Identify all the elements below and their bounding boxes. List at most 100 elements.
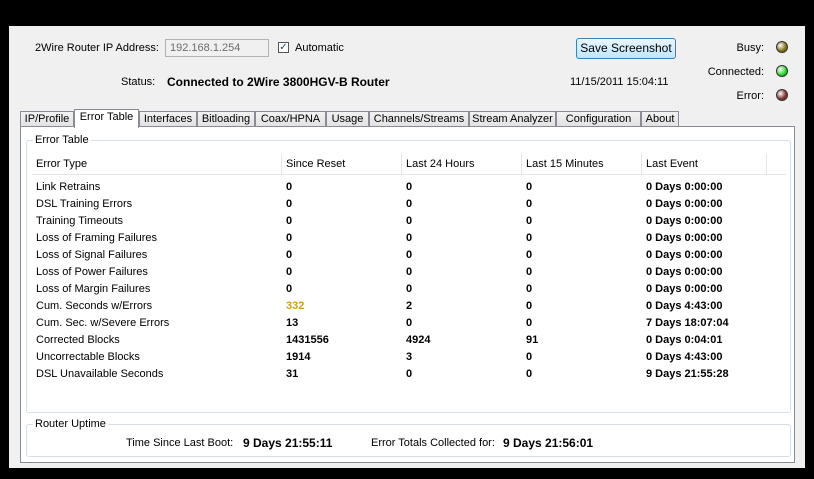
cell-error-type: Corrected Blocks [36,334,120,346]
cell-last-event: 9 Days 21:55:28 [646,368,729,380]
cell-last-15-minutes: 91 [526,334,539,346]
boot-time-value: 9 Days 21:55:11 [243,436,333,450]
cell-last-event: 0 Days 0:00:00 [646,249,723,261]
table-row: Uncorrectable Blocks 1914 3 0 0 Days 4:43:00 [32,349,786,366]
automatic-checkbox[interactable]: ✓ [278,42,289,53]
cell-error-type: Cum. Sec. w/Severe Errors [36,317,170,329]
cell-last-event: 0 Days 4:43:00 [646,300,723,312]
tab-usage[interactable]: Usage [326,111,369,127]
automatic-label: Automatic [295,42,344,54]
cell-since-reset: 332 [286,300,305,312]
table-row: DSL Unavailable Seconds 31 0 0 9 Days 21:55:… [32,366,786,383]
app-window: 2Wire Router IP Address: 192.168.1.254 ✓… [9,26,805,468]
cell-last-event: 0 Days 0:00:00 [646,283,723,295]
cell-last-15-minutes: 0 [526,198,533,210]
tab-channels-streams[interactable]: Channels/Streams [369,111,469,127]
cell-last-event: 0 Days 0:00:00 [646,232,723,244]
cell-error-type: Link Retrains [36,181,101,193]
tab-coax-hpna[interactable]: Coax/HPNA [255,111,326,127]
cell-last-event: 0 Days 0:00:00 [646,198,723,210]
table-row: Training Timeouts 0 0 0 0 Days 0:00:00 [32,213,786,230]
tab-about[interactable]: About [641,111,679,127]
cell-last-15-minutes: 0 [526,232,533,244]
cell-last-24-hours: 0 [406,198,413,210]
cell-error-type: Cum. Seconds w/Errors [36,300,153,312]
cell-since-reset: 0 [286,181,293,193]
totals-label: Error Totals Collected for: [371,437,495,449]
totals-value: 9 Days 21:56:01 [503,436,594,450]
table-row: Loss of Framing Failures 0 0 0 0 Days 0:00:0… [32,230,786,247]
error-table-panel: Error Table Error Type Since Reset Last … [20,126,795,463]
cell-error-type: DSL Unavailable Seconds [36,368,164,380]
cell-last-24-hours: 2 [406,300,413,312]
error-indicator-icon [776,89,788,101]
cell-last-24-hours: 0 [406,283,413,295]
cell-last-24-hours: 0 [406,232,413,244]
cell-since-reset: 0 [286,215,293,227]
table-row: Loss of Margin Failures 0 0 0 0 Days 0:00:00 [32,281,786,298]
tab-configuration[interactable]: Configuration [556,111,641,127]
cell-since-reset: 0 [286,249,293,261]
error-label: Error: [736,90,765,102]
error-table-group: Error Table Error Type Since Reset Last … [26,134,791,413]
ip-address-label: 2Wire Router IP Address: [35,42,159,54]
cell-last-15-minutes: 0 [526,351,533,363]
table-row: Link Retrains 0 0 0 0 Days 0:00:00 [32,179,786,196]
col-header-last-15-minutes[interactable]: Last 15 Minutes [522,154,642,174]
cell-last-15-minutes: 0 [526,300,533,312]
tab-interfaces[interactable]: Interfaces [139,111,197,127]
col-header-last-24-hours[interactable]: Last 24 Hours [402,154,522,174]
busy-label: Busy: [736,42,764,54]
cell-since-reset: 1914 [286,351,311,363]
cell-last-event: 0 Days 0:00:00 [646,215,723,227]
busy-indicator-icon [776,41,788,53]
col-header-last-event[interactable]: Last Event [642,154,767,174]
cell-error-type: Loss of Signal Failures [36,249,148,261]
cell-last-15-minutes: 0 [526,181,533,193]
table-row: Cum. Sec. w/Severe Errors 13 0 0 7 Days 18:0… [32,315,786,332]
cell-last-24-hours: 0 [406,249,413,261]
col-header-since-reset[interactable]: Since Reset [282,154,402,174]
tab-stream-analyzer[interactable]: Stream Analyzer [469,111,556,127]
ip-address-field[interactable]: 192.168.1.254 [165,39,269,57]
cell-error-type: Training Timeouts [36,215,124,227]
table-row: Loss of Power Failures 0 0 0 0 Days 0:00:00 [32,264,786,281]
tab-ip-profile[interactable]: IP/Profile [20,111,74,127]
cell-error-type: Loss of Framing Failures [36,232,158,244]
tab-bitloading[interactable]: Bitloading [197,111,255,127]
table-row: Corrected Blocks 1431556 4924 91 0 Days 0:04… [32,332,786,349]
cell-since-reset: 0 [286,198,293,210]
save-screenshot-button[interactable]: Save Screenshot [576,38,676,59]
boot-time-label: Time Since Last Boot: [126,437,234,449]
cell-last-24-hours: 0 [406,368,413,380]
cell-last-15-minutes: 0 [526,215,533,227]
table-row: DSL Training Errors 0 0 0 0 Days 0:00:00 [32,196,786,213]
cell-last-event: 0 Days 4:43:00 [646,351,723,363]
error-table-header: Error Type Since Reset Last 24 Hours Las… [32,154,786,175]
cell-last-event: 0 Days 0:00:00 [646,181,723,193]
status-label: Status: [121,76,156,88]
cell-last-event: 0 Days 0:04:01 [646,334,723,346]
table-row: Loss of Signal Failures 0 0 0 0 Days 0:00:00 [32,247,786,264]
tab-error-table[interactable]: Error Table [74,109,139,128]
error-table-title: Error Table [33,134,91,146]
cell-since-reset: 31 [286,368,299,380]
cell-last-24-hours: 3 [406,351,413,363]
cell-last-15-minutes: 0 [526,317,533,329]
cell-last-event: 7 Days 18:07:04 [646,317,729,329]
cell-last-15-minutes: 0 [526,368,533,380]
cell-since-reset: 0 [286,283,293,295]
cell-error-type: DSL Training Errors [36,198,133,210]
cell-error-type: Loss of Power Failures [36,266,148,278]
connected-indicator-icon [776,65,788,77]
cell-last-24-hours: 4924 [406,334,431,346]
cell-last-24-hours: 0 [406,181,413,193]
cell-last-24-hours: 0 [406,317,413,329]
cell-last-24-hours: 0 [406,266,413,278]
connected-label: Connected: [707,66,764,78]
router-uptime-group: Router Uptime Time Since Last Boot: 9 Da… [26,418,791,457]
cell-since-reset: 0 [286,232,293,244]
col-header-error-type[interactable]: Error Type [32,154,282,174]
cell-since-reset: 13 [286,317,299,329]
table-row: Cum. Seconds w/Errors 332 2 0 0 Days 4:43:00 [32,298,786,315]
